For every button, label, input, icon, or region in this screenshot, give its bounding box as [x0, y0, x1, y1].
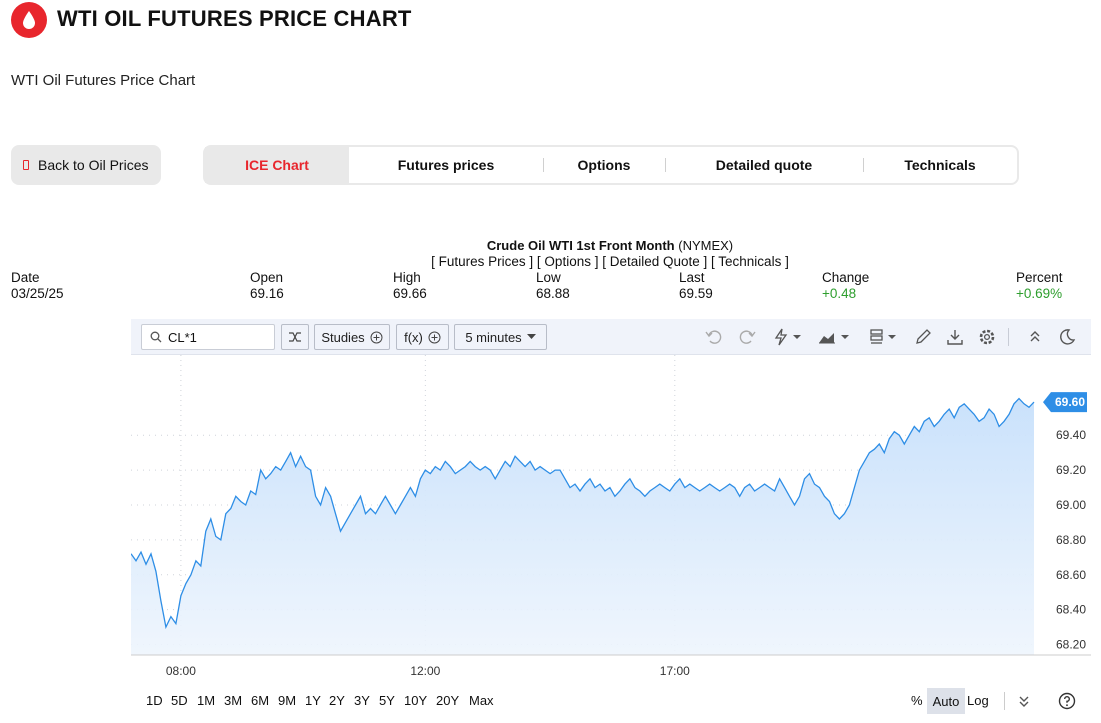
quote-value-change: +0.48: [822, 286, 857, 301]
instrument-links[interactable]: [ Futures Prices ] [ Options ] [ Detaile…: [0, 254, 1101, 269]
chart-tabs: ICE Chart Futures prices Options Detaile…: [203, 145, 1019, 185]
help-icon[interactable]: [1058, 692, 1076, 710]
quote-label-low: Low: [536, 270, 561, 285]
draw-icon[interactable]: [913, 327, 933, 347]
quote-value-open: 69.16: [250, 286, 284, 301]
range-2y[interactable]: 2Y: [329, 693, 345, 708]
instrument-exchange: (NYMEX): [678, 238, 734, 253]
instrument-name: Crude Oil WTI 1st Front Month: [486, 238, 675, 253]
quote-label-percent: Percent: [1016, 270, 1063, 285]
price-chart[interactable]: 68.20 68.40 68.60 68.80 69.00 69.20 69.40 08:0…: [130, 355, 1101, 685]
range-divider: [1004, 692, 1005, 710]
auto-scale-label: Auto: [932, 693, 960, 709]
quote-value-percent: +0.69%: [1016, 286, 1063, 301]
page-subtitle: WTI Oil Futures Price Chart: [11, 72, 196, 89]
functions-label: f(x): [404, 329, 423, 345]
range-5d[interactable]: 5D: [171, 693, 188, 708]
x-tick-label: 08:00: [166, 664, 196, 678]
chevron-down-icon: [526, 334, 536, 339]
y-tick-label: 69.20: [1056, 463, 1086, 477]
tab-technicals[interactable]: Technicals: [863, 147, 1017, 183]
layout-icon[interactable]: [868, 327, 900, 347]
undo-icon[interactable]: [704, 327, 724, 347]
studies-button[interactable]: Studies: [314, 324, 390, 350]
quote-label-change: Change: [822, 270, 870, 285]
quote-values: 03/25/25 69.16 69.66 68.88 69.59 +0.48 +…: [0, 286, 1101, 302]
y-tick-label: 68.80: [1056, 533, 1086, 547]
quote-value-last: 69.59: [679, 286, 713, 301]
quote-label-open: Open: [250, 270, 284, 285]
search-icon: [150, 331, 162, 343]
percent-scale-toggle[interactable]: %: [911, 693, 923, 708]
quote-label-high: High: [393, 270, 421, 285]
y-tick-label: 68.20: [1056, 638, 1086, 652]
range-5y[interactable]: 5Y: [379, 693, 395, 708]
download-icon[interactable]: [945, 327, 965, 347]
back-to-oil-prices-button[interactable]: Back to Oil Prices: [11, 145, 161, 185]
functions-button[interactable]: f(x): [396, 324, 449, 350]
compare-icon: [289, 332, 301, 342]
range-6m[interactable]: 6M: [251, 693, 269, 708]
toolbar-divider: [1008, 328, 1009, 346]
plus-circle-icon: [370, 331, 383, 343]
y-tick-label: 69.40: [1056, 428, 1086, 442]
price-area-fill: [131, 398, 1034, 655]
quote-value-high: 69.66: [393, 286, 427, 301]
range-20y[interactable]: 20Y: [436, 693, 459, 708]
last-price-tag: 69.60: [1043, 392, 1087, 413]
brand-logo: [11, 2, 47, 38]
expand-down-icon[interactable]: [1016, 693, 1032, 709]
range-max[interactable]: Max: [469, 693, 494, 708]
redo-icon[interactable]: [737, 327, 757, 347]
quote-value-date: 03/25/25: [11, 286, 64, 301]
collapse-icon[interactable]: [1025, 327, 1045, 347]
back-button-label: Back to Oil Prices: [38, 157, 149, 173]
x-tick-label: 12:00: [410, 664, 440, 678]
x-tick-label: 17:00: [660, 664, 690, 678]
page-title: WTI OIL FUTURES PRICE CHART: [57, 6, 412, 31]
back-icon: [23, 160, 29, 170]
quote-value-low: 68.88: [536, 286, 570, 301]
events-icon[interactable]: [771, 327, 803, 347]
tab-futures-prices[interactable]: Futures prices: [349, 147, 543, 183]
range-1d[interactable]: 1D: [146, 693, 163, 708]
log-scale-toggle[interactable]: Log: [967, 693, 989, 708]
studies-label: Studies: [321, 329, 365, 345]
last-price-label: 69.60: [1055, 395, 1085, 409]
interval-label: 5 minutes: [465, 329, 522, 345]
range-3m[interactable]: 3M: [224, 693, 242, 708]
range-1y[interactable]: 1Y: [305, 693, 321, 708]
interval-select[interactable]: 5 minutes: [454, 324, 547, 350]
oil-drop-icon: [23, 11, 35, 29]
price-chart-svg: 68.20 68.40 68.60 68.80 69.00 69.20 69.40 08:0…: [130, 355, 1101, 678]
range-1m[interactable]: 1M: [197, 693, 215, 708]
quote-labels: Date Open High Low Last Change Percent: [0, 270, 1101, 286]
symbol-value: CL*1: [168, 329, 197, 345]
chart-toolbar: CL*1 Studies f(x) 5 minutes: [131, 319, 1091, 355]
range-3y[interactable]: 3Y: [354, 693, 370, 708]
y-tick-label: 69.00: [1056, 498, 1086, 512]
range-9m[interactable]: 9M: [278, 693, 296, 708]
plus-circle-icon: [428, 331, 441, 343]
tab-options[interactable]: Options: [543, 147, 665, 183]
chart-type-icon[interactable]: [817, 327, 851, 347]
range-selector: 1D 5D 1M 3M 6M 9M 1Y 2Y 3Y 5Y 10Y 20Y Ma…: [131, 686, 1091, 716]
symbol-search-input[interactable]: CL*1: [141, 324, 275, 350]
range-10y[interactable]: 10Y: [404, 693, 427, 708]
y-tick-label: 68.60: [1056, 568, 1086, 582]
quote-label-last: Last: [679, 270, 705, 285]
settings-icon[interactable]: [977, 327, 997, 347]
instrument-heading: Crude Oil WTI 1st Front Month (NYMEX): [0, 238, 1101, 253]
dark-mode-icon[interactable]: [1057, 327, 1077, 347]
compare-button[interactable]: [281, 324, 309, 350]
auto-scale-toggle[interactable]: Auto: [927, 688, 965, 714]
tab-detailed-quote[interactable]: Detailed quote: [665, 147, 863, 183]
tab-ice-chart[interactable]: ICE Chart: [205, 147, 349, 183]
y-tick-label: 68.40: [1056, 603, 1086, 617]
quote-label-date: Date: [11, 270, 40, 285]
